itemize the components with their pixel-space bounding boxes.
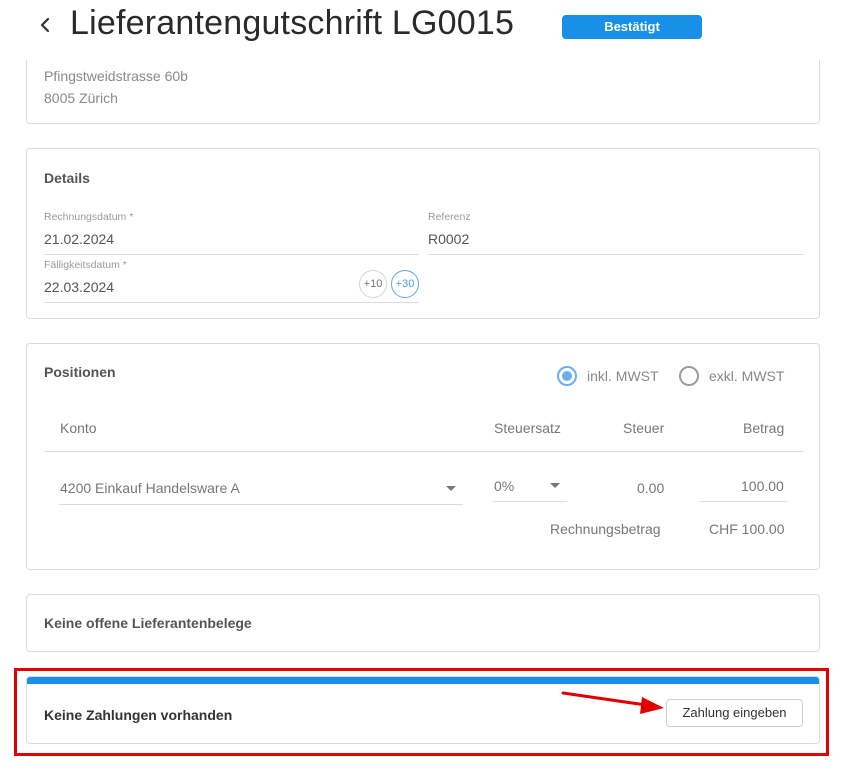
invoice-date-label: Rechnungsdatum * bbox=[44, 211, 134, 223]
due-date-underline bbox=[44, 302, 419, 303]
address-city: 8005 Zürich bbox=[44, 90, 118, 106]
amount-input[interactable]: 100.00 bbox=[741, 478, 784, 494]
tax-value: 0.00 bbox=[637, 480, 665, 496]
open-documents-card: Keine offene Lieferantenbelege bbox=[26, 594, 820, 652]
header-divider bbox=[44, 451, 804, 452]
invoice-date-underline bbox=[44, 254, 419, 255]
details-card: Details Rechnungsdatum * 21.02.2024 Refe… bbox=[26, 148, 820, 319]
reference-field[interactable]: R0002 bbox=[428, 231, 469, 247]
excl-vat-radio[interactable] bbox=[679, 366, 699, 386]
status-badge: Bestätigt bbox=[562, 15, 702, 39]
back-button[interactable] bbox=[34, 12, 56, 38]
excl-vat-label: exkl. MWST bbox=[709, 368, 785, 384]
invoice-date-field[interactable]: 21.02.2024 bbox=[44, 231, 114, 247]
plus-30-days-button[interactable]: +30 bbox=[391, 270, 419, 298]
incl-vat-label: inkl. MWST bbox=[587, 368, 659, 384]
details-title: Details bbox=[44, 170, 90, 186]
page-title: Lieferantengutschrift LG0015 bbox=[70, 4, 515, 42]
open-documents-title: Keine offene Lieferantenbelege bbox=[44, 615, 252, 631]
total-value: CHF 100.00 bbox=[709, 521, 785, 537]
positions-card: Positionen inkl. MWST exkl. MWST Konto S… bbox=[26, 343, 820, 570]
column-header-amount: Betrag bbox=[743, 420, 785, 436]
chevron-down-icon bbox=[446, 486, 456, 491]
account-underline bbox=[59, 504, 463, 505]
chevron-left-icon bbox=[40, 17, 50, 33]
plus-10-days-button[interactable]: +10 bbox=[359, 270, 387, 298]
payments-title: Keine Zahlungen vorhanden bbox=[44, 707, 233, 723]
total-label: Rechnungsbetrag bbox=[550, 521, 661, 537]
due-date-label: Fälligkeitsdatum * bbox=[44, 259, 127, 271]
amount-underline bbox=[699, 501, 787, 502]
page-header: Lieferantengutschrift LG0015 Bestätigt bbox=[0, 0, 841, 60]
tax-rate-underline bbox=[493, 501, 567, 502]
payments-card: Keine Zahlungen vorhanden Zahlung eingeb… bbox=[26, 676, 820, 744]
address-street: Pfingstweidstrasse 60b bbox=[44, 68, 188, 84]
tax-rate-select[interactable]: 0% bbox=[494, 478, 514, 494]
enter-payment-button[interactable]: Zahlung eingeben bbox=[666, 699, 803, 727]
payments-accent-bar bbox=[27, 677, 819, 684]
incl-vat-radio[interactable] bbox=[557, 366, 577, 386]
chevron-down-icon bbox=[550, 483, 560, 488]
column-header-tax: Steuer bbox=[623, 420, 665, 436]
reference-underline bbox=[428, 254, 804, 255]
column-header-account: Konto bbox=[60, 420, 97, 436]
column-header-tax-rate: Steuersatz bbox=[494, 420, 561, 436]
due-date-field[interactable]: 22.03.2024 bbox=[44, 279, 114, 295]
positions-title: Positionen bbox=[44, 364, 116, 380]
reference-label: Referenz bbox=[428, 211, 471, 223]
account-select[interactable]: 4200 Einkauf Handelsware A bbox=[60, 480, 240, 496]
